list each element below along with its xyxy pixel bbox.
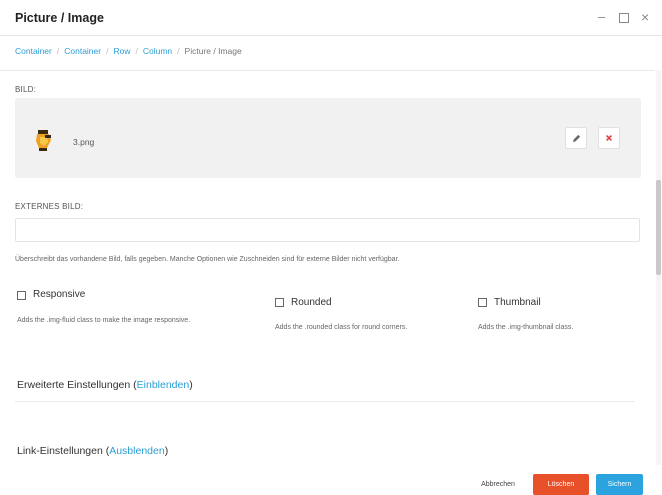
image-filename: 3.png [73,137,95,147]
responsive-label: Responsive [33,289,86,300]
breadcrumb-current: Picture / Image [184,46,242,56]
thumbnail-help: Adds the .img-thumbnail class. [478,324,574,331]
image-file-icon [36,130,51,151]
external-image-input[interactable] [15,218,640,242]
section-divider [15,401,635,402]
breadcrumb-container-2[interactable]: Container [64,46,101,56]
responsive-checkbox[interactable] [17,291,26,300]
x-icon [606,135,612,141]
minimize-icon[interactable]: – [598,9,605,25]
breadcrumb-separator: / [106,46,109,56]
responsive-help: Adds the .img-fluid class to make the im… [17,317,191,324]
rounded-help: Adds the .rounded class for round corner… [275,324,408,331]
edit-image-button[interactable] [565,127,587,149]
image-label: BILD: [15,85,37,94]
rounded-checkbox[interactable] [275,298,284,307]
title-bar: Picture / Image – × [0,0,662,36]
scrollbar-thumb[interactable] [656,180,661,275]
breadcrumb-container-1[interactable]: Container [15,46,52,56]
link-settings-title: Link-Einstellungen (Ausblenden) [17,445,169,457]
breadcrumb-separator: / [56,46,60,56]
rounded-label: Rounded [291,297,332,308]
breadcrumb-separator: / [177,46,180,56]
close-icon[interactable]: × [641,9,649,25]
delete-button[interactable]: Löschen [533,474,589,495]
image-preview-box [15,98,641,178]
breadcrumb-divider [0,70,655,71]
maximize-icon[interactable] [619,13,629,23]
pencil-icon [572,134,580,142]
breadcrumb: Container / Container / Row / Column / Picture /… [15,46,242,56]
save-button[interactable]: Sichern [596,474,643,495]
thumbnail-label: Thumbnail [494,297,541,308]
breadcrumb-separator: / [135,46,138,56]
link-settings-toggle[interactable]: Ausblenden [109,445,164,457]
advanced-settings-title: Erweiterte Einstellungen (Einblenden) [17,379,193,391]
advanced-settings-toggle[interactable]: Einblenden [137,379,190,391]
dialog: Picture / Image – × Container / Container /… [0,0,662,495]
dialog-title: Picture / Image [15,11,104,25]
external-image-help: Überschreibt das vorhandene Bild, falls … [15,256,400,263]
cancel-button[interactable]: Abbrechen [470,474,526,495]
remove-image-button[interactable] [598,127,620,149]
breadcrumb-row[interactable]: Row [113,46,130,56]
thumbnail-checkbox[interactable] [478,298,487,307]
breadcrumb-column[interactable]: Column [143,46,172,56]
external-image-label: EXTERNES BILD: [15,202,84,211]
